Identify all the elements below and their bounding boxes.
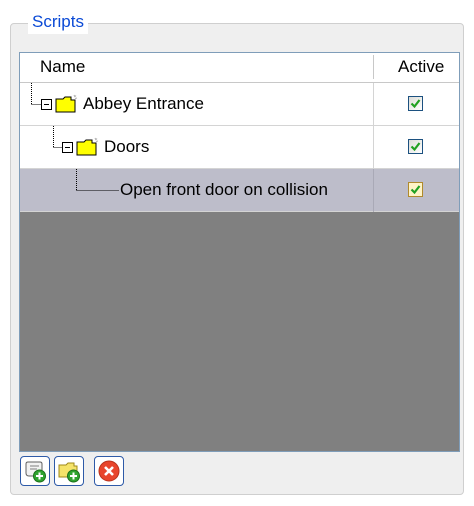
add-script-icon — [25, 461, 46, 483]
add-folder-icon — [58, 462, 80, 483]
scripts-toolbar — [19, 452, 460, 490]
active-checkbox[interactable] — [408, 139, 423, 154]
tree-line — [76, 169, 119, 191]
tree-row-doors[interactable]: Doors — [20, 126, 459, 169]
scripts-tree[interactable]: Name Active Abbey Entrance Doors Open fr… — [19, 52, 460, 452]
tree-row-label: Doors — [104, 137, 150, 156]
folder-icon — [76, 137, 99, 156]
active-checkbox[interactable] — [408, 182, 423, 197]
tree-row-label: Abbey Entrance — [83, 94, 204, 113]
add-folder-button[interactable] — [54, 456, 84, 486]
add-script-button[interactable] — [20, 456, 50, 486]
cell-divider — [373, 169, 374, 212]
collapse-toggle[interactable] — [62, 142, 73, 153]
check-icon — [410, 185, 421, 195]
scripts-panel: Scripts Name Active Abbey Entrance Doors… — [0, 0, 474, 506]
active-checkbox[interactable] — [408, 96, 423, 111]
delete-icon — [98, 460, 120, 482]
column-divider[interactable] — [373, 55, 374, 79]
collapse-toggle[interactable] — [41, 99, 52, 110]
column-active-header[interactable]: Active — [398, 57, 444, 77]
tree-row-open-front-door[interactable]: Open front door on collision — [20, 169, 459, 212]
cell-divider — [373, 126, 374, 169]
cell-divider — [373, 83, 374, 126]
tree-row-abbey-entrance[interactable]: Abbey Entrance — [20, 83, 459, 126]
group-title: Scripts — [28, 10, 88, 34]
column-header: Name Active — [20, 53, 459, 83]
check-icon — [410, 142, 421, 152]
tree-row-label: Open front door on collision — [120, 180, 328, 199]
delete-button[interactable] — [94, 456, 124, 486]
column-name-header[interactable]: Name — [40, 57, 85, 77]
folder-icon — [55, 94, 78, 113]
check-icon — [410, 99, 421, 109]
